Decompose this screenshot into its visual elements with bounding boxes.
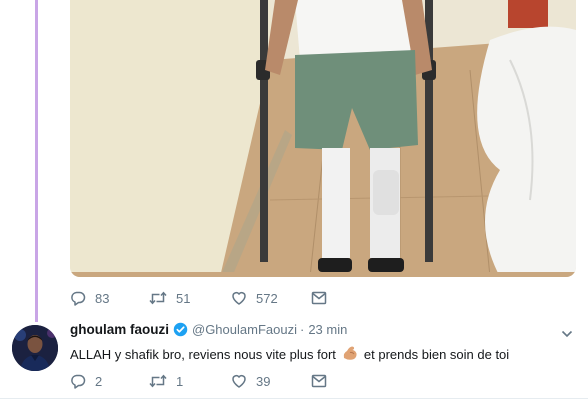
avatar[interactable]	[12, 325, 58, 371]
tweet2-actions: 2 1 39	[70, 373, 327, 389]
retweet-icon	[149, 291, 167, 305]
user-handle[interactable]: @GhoulamFaouzi	[192, 322, 297, 337]
retweet-icon	[149, 374, 167, 388]
heart-icon	[232, 374, 246, 388]
like-count: 39	[256, 373, 271, 389]
reply-button[interactable]: 83	[70, 290, 149, 306]
envelope-icon	[311, 291, 327, 305]
reply-button[interactable]: 2	[70, 373, 149, 389]
flexed-biceps-icon	[341, 344, 359, 365]
tweet-header: ghoulam faouzi @GhoulamFaouzi · 23 min	[70, 322, 347, 337]
display-name[interactable]: ghoulam faouzi	[70, 322, 169, 337]
divider	[0, 398, 588, 399]
like-button[interactable]: 572	[231, 290, 311, 306]
retweet-button[interactable]: 1	[149, 373, 231, 389]
verified-badge-icon	[173, 322, 188, 337]
retweet-count: 51	[176, 290, 191, 306]
tweet-text-part-2: et prends bien soin de toi	[363, 347, 510, 362]
reply-icon	[71, 291, 86, 306]
tweet[interactable]: ghoulam faouzi @GhoulamFaouzi · 23 min A…	[0, 314, 588, 403]
tweet1-actions: 83 51 572	[70, 290, 327, 306]
envelope-icon	[311, 374, 327, 388]
like-count: 572	[256, 290, 278, 306]
tweet-text-part-1: ALLAH y shafik bro, reviens nous vite pl…	[70, 347, 336, 362]
tweet-text: ALLAH y shafik bro, reviens nous vite pl…	[70, 344, 509, 365]
reply-count: 83	[95, 290, 110, 306]
retweet-button[interactable]: 51	[149, 290, 231, 306]
thread-line	[35, 0, 38, 322]
direct-message-button[interactable]	[311, 291, 327, 305]
reply-count: 2	[95, 373, 103, 389]
direct-message-button[interactable]	[311, 374, 327, 388]
retweet-count: 1	[176, 373, 184, 389]
reply-icon	[71, 374, 86, 389]
separator-dot: ·	[299, 322, 305, 337]
tweet-photo[interactable]	[70, 0, 576, 277]
like-button[interactable]: 39	[231, 373, 311, 389]
chevron-down-icon[interactable]	[560, 327, 574, 341]
timestamp[interactable]: 23 min	[308, 322, 347, 337]
heart-icon	[232, 291, 246, 305]
